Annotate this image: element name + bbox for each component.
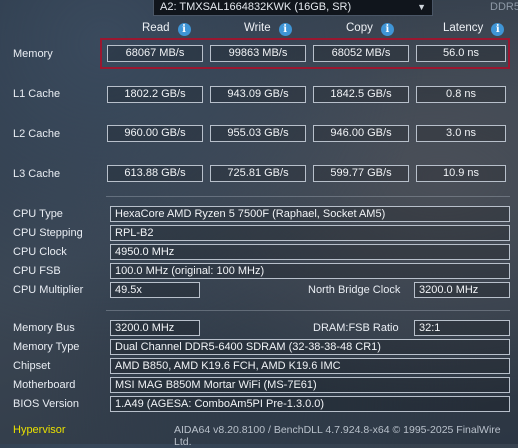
cpu-fsb-value: 100.0 MHz (original: 100 MHz) — [110, 263, 510, 279]
cpu-stepping-label: CPU Stepping — [13, 227, 83, 239]
l2-row-label: L2 Cache — [13, 128, 61, 140]
memory-copy-value: 68052 MB/s — [313, 45, 409, 62]
info-icon-write[interactable]: i — [278, 23, 292, 36]
dram-fsb-ratio-value: 32:1 — [414, 320, 510, 336]
cpu-multiplier-label: CPU Multiplier — [13, 284, 84, 296]
copy-header: Copy i — [346, 22, 394, 38]
l2-copy-value: 946.00 GB/s — [313, 125, 409, 142]
motherboard-value: MSI MAG B850M Mortar WiFi (MS-7E61) — [110, 377, 510, 393]
l2-read-value: 960.00 GB/s — [107, 125, 203, 142]
l2-write-value: 955.03 GB/s — [210, 125, 306, 142]
info-icon-latency[interactable]: i — [491, 23, 505, 36]
read-header: Read i — [142, 22, 191, 38]
memory-bus-value: 3200.0 MHz — [110, 320, 200, 336]
cpu-fsb-label: CPU FSB — [13, 265, 61, 277]
separator-line — [106, 310, 510, 311]
cpu-multiplier-value: 49.5x — [110, 282, 200, 298]
info-icon-read[interactable]: i — [177, 23, 191, 36]
l1-latency-value: 0.8 ns — [416, 86, 506, 103]
l2-latency-value: 3.0 ns — [416, 125, 506, 142]
memory-type-label: Memory Type — [13, 341, 80, 353]
chipset-value: AMD B850, AMD K19.6 FCH, AMD K19.6 IMC — [110, 358, 510, 374]
cpu-type-value: HexaCore AMD Ryzen 5 7500F (Raphael, Soc… — [110, 206, 510, 222]
memory-read-value: 68067 MB/s — [107, 45, 203, 62]
version-text: AIDA64 v8.20.8100 / BenchDLL 4.7.924.8-x… — [174, 424, 501, 448]
motherboard-label: Motherboard — [13, 379, 76, 391]
memory-row-label: Memory — [13, 48, 53, 60]
latency-header: Latency i — [443, 22, 505, 38]
l1-copy-value: 1842.5 GB/s — [313, 86, 409, 103]
memory-latency-value: 56.0 ns — [416, 45, 506, 62]
hypervisor-label: Hypervisor — [13, 424, 66, 436]
l3-write-value: 725.81 GB/s — [210, 165, 306, 182]
device-selector-label: A2: TMXSAL1664832KWK (16GB, SR) — [160, 1, 352, 13]
l1-row-label: L1 Cache — [13, 88, 61, 100]
l3-row-label: L3 Cache — [13, 168, 61, 180]
cpu-type-label: CPU Type — [13, 208, 63, 220]
dram-fsb-ratio-label: DRAM:FSB Ratio — [313, 322, 399, 334]
memory-bus-label: Memory Bus — [13, 322, 75, 334]
cpu-stepping-value: RPL-B2 — [110, 225, 510, 241]
l3-latency-value: 10.9 ns — [416, 165, 506, 182]
l1-write-value: 943.09 GB/s — [210, 86, 306, 103]
nb-clock-value: 3200.0 MHz — [414, 282, 510, 298]
l1-read-value: 1802.2 GB/s — [107, 86, 203, 103]
chipset-label: Chipset — [13, 360, 51, 372]
write-header: Write i — [244, 22, 292, 38]
memory-type-value: Dual Channel DDR5-6400 SDRAM (32-38-38-4… — [110, 339, 510, 355]
separator-line — [106, 196, 510, 197]
bios-version-label: BIOS Version — [13, 398, 80, 410]
chevron-down-icon: ▼ — [417, 2, 426, 12]
info-icon-copy[interactable]: i — [380, 23, 394, 36]
bios-version-value: 1.A49 (AGESA: ComboAm5PI Pre-1.3.0.0) — [110, 396, 510, 412]
device-selector[interactable]: A2: TMXSAL1664832KWK (16GB, SR) ▼ — [153, 0, 433, 16]
cpu-clock-value: 4950.0 MHz — [110, 244, 510, 260]
cpu-clock-label: CPU Clock — [13, 246, 67, 258]
ddr-hint-text: DDR5 — [490, 1, 518, 13]
nb-clock-label: North Bridge Clock — [308, 284, 401, 296]
l3-copy-value: 599.77 GB/s — [313, 165, 409, 182]
memory-write-value: 99863 MB/s — [210, 45, 306, 62]
l3-read-value: 613.88 GB/s — [107, 165, 203, 182]
